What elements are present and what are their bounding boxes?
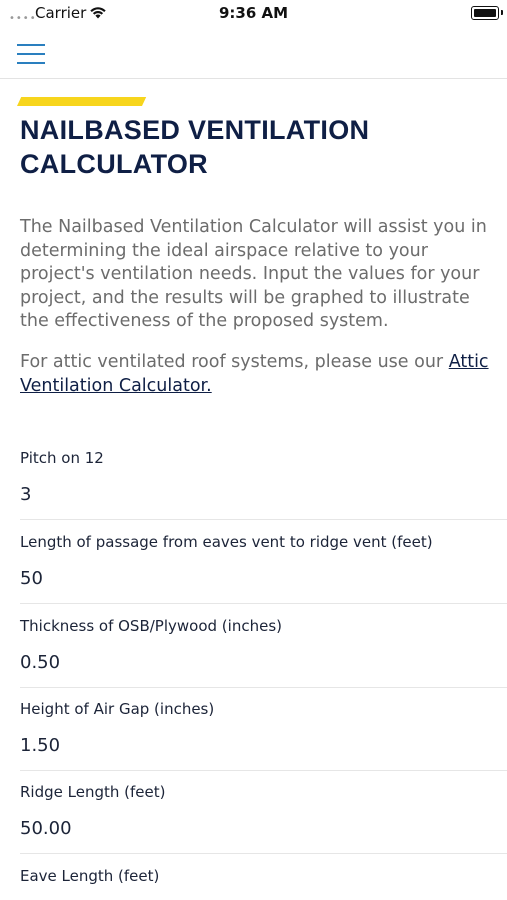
page-title: NAILBASED VENTILATION CALCULATOR <box>20 113 480 181</box>
air-gap-field[interactable]: Height of Air Gap (inches) 1.50 <box>20 700 507 771</box>
passage-length-field[interactable]: Length of passage from eaves vent to rid… <box>20 533 507 604</box>
passage-length-input[interactable]: 50 <box>20 568 43 589</box>
osb-thickness-field[interactable]: Thickness of OSB/Plywood (inches) 0.50 <box>20 617 507 688</box>
battery-tip-icon <box>501 10 503 15</box>
ridge-length-field[interactable]: Ridge Length (feet) 50.00 <box>20 783 507 854</box>
pitch-label: Pitch on 12 <box>20 449 104 467</box>
attic-note-text: For attic ventilated roof systems, pleas… <box>20 352 449 372</box>
battery-icon <box>471 6 499 20</box>
pitch-field[interactable]: Pitch on 12 3 <box>20 449 507 520</box>
status-time: 9:36 AM <box>218 4 289 22</box>
eave-length-label: Eave Length (feet) <box>20 867 160 885</box>
title-accent-bar <box>17 97 147 106</box>
page-title-line2: CALCULATOR <box>20 149 208 179</box>
hamburger-menu-icon[interactable] <box>17 44 45 64</box>
osb-thickness-input[interactable]: 0.50 <box>20 652 60 673</box>
passage-length-label: Length of passage from eaves vent to rid… <box>20 533 433 551</box>
attic-note: For attic ventilated roof systems, pleas… <box>20 351 490 398</box>
air-gap-input[interactable]: 1.50 <box>20 735 60 756</box>
status-bar: •••• Carrier 9:36 AM <box>0 0 507 28</box>
pitch-input[interactable]: 3 <box>20 484 31 505</box>
ridge-length-label: Ridge Length (feet) <box>20 783 166 801</box>
osb-thickness-label: Thickness of OSB/Plywood (inches) <box>20 617 282 635</box>
page-title-line1: NAILBASED VENTILATION <box>20 115 370 145</box>
intro-paragraph: The Nailbased Ventilation Calculator wil… <box>20 217 487 331</box>
air-gap-label: Height of Air Gap (inches) <box>20 700 215 718</box>
navigation-bar <box>0 28 507 79</box>
ridge-length-input[interactable]: 50.00 <box>20 818 72 839</box>
eave-length-field[interactable]: Eave Length (feet) <box>20 867 507 900</box>
